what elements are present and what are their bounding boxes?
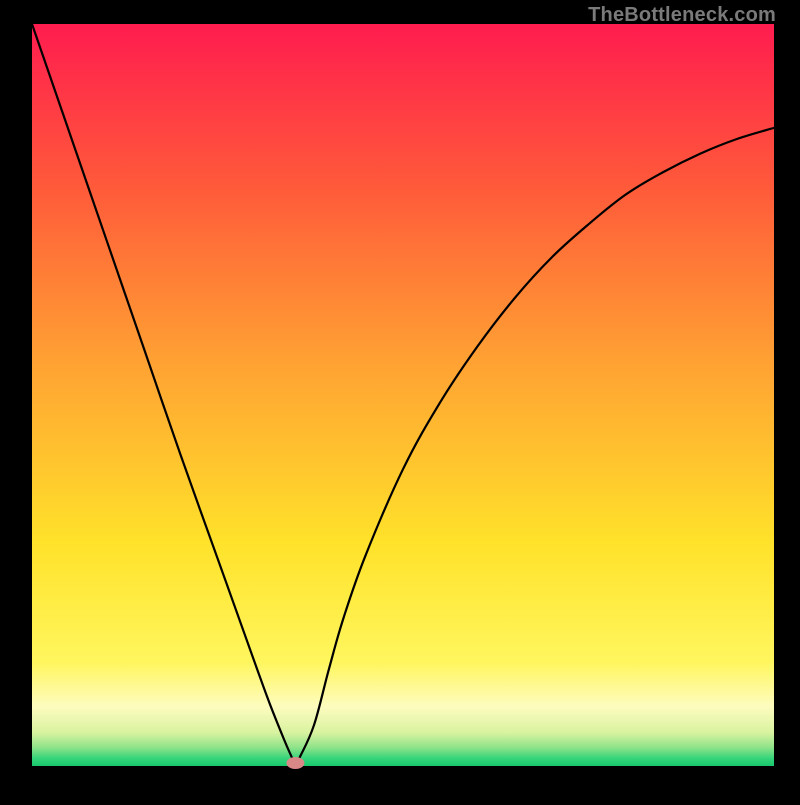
watermark-text: TheBottleneck.com xyxy=(588,4,776,27)
plot-background xyxy=(32,24,774,766)
optimum-marker xyxy=(286,757,304,769)
